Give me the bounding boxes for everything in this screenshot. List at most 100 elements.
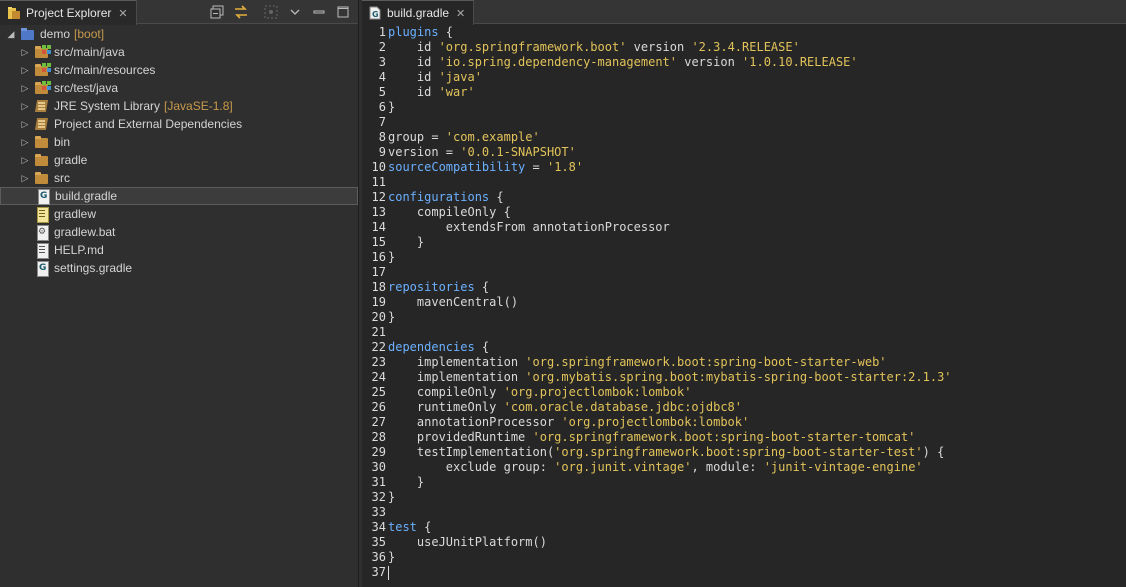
code-token: id: [388, 55, 439, 69]
code-token: }: [388, 550, 396, 564]
tree-item-gradlew-bat[interactable]: gradlew.bat: [0, 223, 358, 241]
tree-item-label: gradlew: [54, 207, 97, 221]
tree-item-label: build.gradle: [55, 189, 118, 203]
collapsed-chevron-icon[interactable]: ▷: [18, 137, 32, 148]
code-line[interactable]: 15 }: [362, 235, 1126, 250]
line-number: 21: [371, 325, 386, 339]
code-line-content: version = '0.0.1-SNAPSHOT': [388, 145, 576, 160]
tree-item-demo[interactable]: ◢ demo [boot]: [0, 25, 358, 43]
code-line-content: exclude group: 'org.junit.vintage', modu…: [388, 460, 923, 475]
project-tree[interactable]: ◢ demo [boot] ▷ src/main/java ▷ src/main/resou…: [0, 25, 358, 587]
line-number: 37: [371, 565, 386, 579]
code-line[interactable]: 7: [362, 115, 1126, 130]
code-line[interactable]: 24 implementation 'org.mybatis.spring.bo…: [362, 370, 1126, 385]
script-file-icon: [34, 206, 50, 223]
close-icon[interactable]: ✕: [118, 7, 127, 20]
code-line[interactable]: 33: [362, 505, 1126, 520]
code-line[interactable]: 22 dependencies {: [362, 340, 1126, 355]
code-line[interactable]: 32}: [362, 490, 1126, 505]
code-line[interactable]: 25 compileOnly 'org.projectlombok:lombok…: [362, 385, 1126, 400]
code-line[interactable]: 26 runtimeOnly 'com.oracle.database.jdbc…: [362, 400, 1126, 415]
code-line[interactable]: 3 id 'io.spring.dependency-management' v…: [362, 55, 1126, 70]
code-line[interactable]: 36}: [362, 550, 1126, 565]
code-token: implementation: [388, 355, 526, 369]
code-line[interactable]: 34 test {: [362, 520, 1126, 535]
tab-project-explorer[interactable]: Project Explorer ✕: [0, 0, 137, 25]
code-line-content: dependencies {: [388, 340, 489, 355]
tree-item-help-md[interactable]: HELP.md: [0, 241, 358, 259]
md-file-icon: [34, 242, 50, 259]
code-token: {: [489, 190, 504, 204]
code-token: compileOnly {: [388, 205, 511, 219]
code-line[interactable]: 13 compileOnly {: [362, 205, 1126, 220]
code-line[interactable]: 14 extendsFrom annotationProcessor: [362, 220, 1126, 235]
tree-item-settings-gradle[interactable]: settings.gradle: [0, 259, 358, 277]
line-number: 34: [371, 520, 386, 534]
code-line[interactable]: 8 group = 'com.example': [362, 130, 1126, 145]
code-line-content: sourceCompatibility = '1.8': [388, 160, 583, 175]
code-token: id: [388, 85, 439, 99]
tree-item-gradle[interactable]: ▷ gradle: [0, 151, 358, 169]
code-line[interactable]: 29 testImplementation('org.springframewo…: [362, 445, 1126, 460]
code-editor[interactable]: 1 plugins {2 id 'org.springframework.boot…: [362, 25, 1126, 587]
tab-build-gradle[interactable]: G build.gradle ✕: [362, 0, 474, 25]
collapse-all-icon[interactable]: [208, 4, 226, 20]
tree-item-gradlew[interactable]: gradlew: [0, 205, 358, 223]
collapsed-chevron-icon[interactable]: ▷: [18, 155, 32, 166]
code-line[interactable]: 27 annotationProcessor 'org.projectlombo…: [362, 415, 1126, 430]
collapsed-chevron-icon[interactable]: ▷: [18, 47, 32, 58]
code-line[interactable]: 23 implementation 'org.springframework.b…: [362, 355, 1126, 370]
collapsed-chevron-icon[interactable]: ▷: [18, 173, 32, 184]
code-line[interactable]: 21: [362, 325, 1126, 340]
editor-area: G build.gradle ✕ 1 plugins {2 id 'org.spr…: [362, 0, 1126, 587]
code-line[interactable]: 37: [362, 565, 1126, 580]
code-line[interactable]: 30 exclude group: 'org.junit.vintage', m…: [362, 460, 1126, 475]
collapsed-chevron-icon[interactable]: ▷: [18, 101, 32, 112]
line-number: 30: [371, 460, 386, 474]
tree-item-build-gradle[interactable]: build.gradle: [0, 187, 358, 205]
tree-item-src-test-java[interactable]: ▷ src/test/java: [0, 79, 358, 97]
tree-item-jre-system-library[interactable]: ▷ JRE System Library [JavaSE-1.8]: [0, 97, 358, 115]
tree-item-project-and-external-dependencies[interactable]: ▷ Project and External Dependencies: [0, 115, 358, 133]
code-line[interactable]: 35 useJUnitPlatform(): [362, 535, 1126, 550]
maximize-icon[interactable]: [334, 4, 352, 20]
code-line[interactable]: 20}: [362, 310, 1126, 325]
tree-item-src-main-java[interactable]: ▷ src/main/java: [0, 43, 358, 61]
tree-item-bin[interactable]: ▷ bin: [0, 133, 358, 151]
code-line-content: id 'org.springframework.boot' version '2…: [388, 40, 800, 55]
code-line[interactable]: 4 id 'java': [362, 70, 1126, 85]
code-line[interactable]: 9 version = '0.0.1-SNAPSHOT': [362, 145, 1126, 160]
code-line[interactable]: 6}: [362, 100, 1126, 115]
view-menu-chevron-down-icon[interactable]: [286, 4, 304, 20]
code-line[interactable]: 12 configurations {: [362, 190, 1126, 205]
collapsed-chevron-icon[interactable]: ▷: [18, 65, 32, 76]
code-line[interactable]: 28 providedRuntime 'org.springframework.…: [362, 430, 1126, 445]
code-line[interactable]: 16}: [362, 250, 1126, 265]
code-token: implementation: [388, 370, 526, 384]
link-with-editor-icon[interactable]: [232, 4, 250, 20]
tree-item-src-main-resources[interactable]: ▷ src/main/resources: [0, 61, 358, 79]
expanded-chevron-icon[interactable]: ◢: [4, 29, 18, 40]
code-line[interactable]: 18 repositories {: [362, 280, 1126, 295]
tree-item-src[interactable]: ▷ src: [0, 169, 358, 187]
code-token: mavenCentral(): [388, 295, 519, 309]
minimize-icon[interactable]: [310, 4, 328, 20]
code-line[interactable]: 5 id 'war': [362, 85, 1126, 100]
code-line[interactable]: 11: [362, 175, 1126, 190]
tree-item-decoration: [boot]: [74, 27, 105, 41]
collapsed-chevron-icon[interactable]: ▷: [18, 119, 32, 130]
code-line[interactable]: 31 }: [362, 475, 1126, 490]
code-line[interactable]: 10 sourceCompatibility = '1.8': [362, 160, 1126, 175]
code-line-content: id 'java': [388, 70, 482, 85]
close-icon[interactable]: ✕: [456, 7, 465, 20]
code-token: useJUnitPlatform(): [388, 535, 547, 549]
project-explorer-view: Project Explorer ✕ ◢ demo [boot] ▷ src/m…: [0, 0, 359, 587]
code-line[interactable]: 1 plugins {: [362, 25, 1126, 40]
code-line[interactable]: 17: [362, 265, 1126, 280]
collapsed-chevron-icon[interactable]: ▷: [18, 83, 32, 94]
focus-on-active-task-icon[interactable]: [262, 4, 280, 20]
code-line[interactable]: 19 mavenCentral(): [362, 295, 1126, 310]
code-line-content: implementation 'org.mybatis.spring.boot:…: [388, 370, 952, 385]
string-token: 'org.junit.vintage': [554, 460, 692, 474]
code-line[interactable]: 2 id 'org.springframework.boot' version …: [362, 40, 1126, 55]
